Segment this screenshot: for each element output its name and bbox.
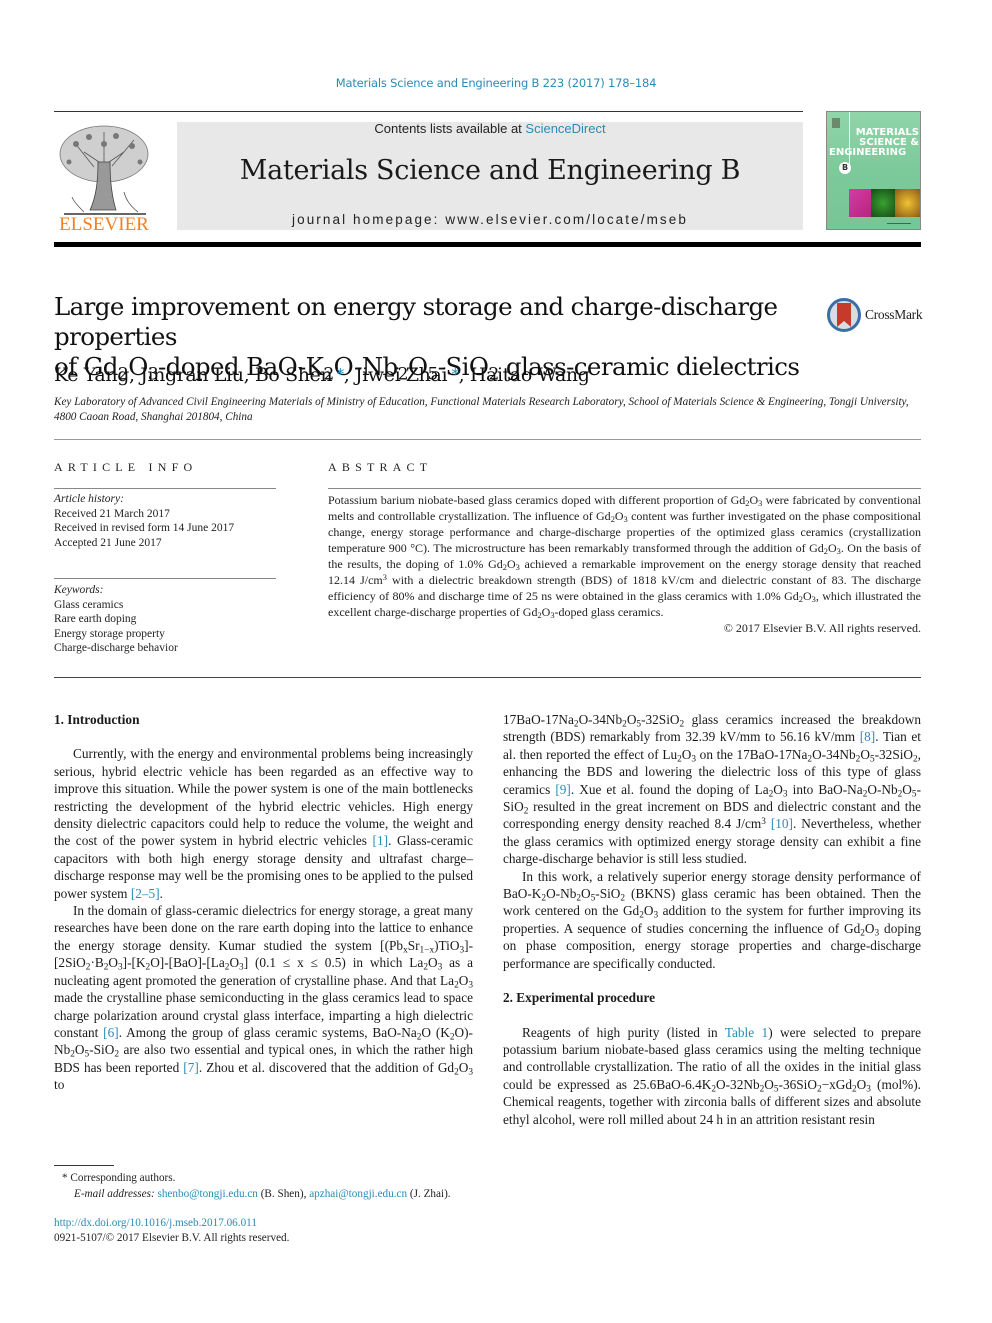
history-item: Received 21 March 2017 [54,507,170,520]
cover-image-gold [895,189,920,217]
author-name[interactable]: Haitao Wang [470,364,590,386]
sciencedirect-link[interactable]: ScienceDirect [525,121,605,136]
history-item: Received in revised form 14 June 2017 [54,522,235,534]
abstract-copyright: © 2017 Elsevier B.V. All rights reserved… [723,621,921,635]
article-info-divider [54,488,276,489]
homepage-url-link[interactable]: www.elsevier.com/locate/mseb [445,212,688,227]
homepage-prefix: journal homepage: [291,212,446,227]
header-thick-divider [54,242,921,247]
journal-reference-link[interactable]: Materials Science and Engineering B 223 … [0,76,992,90]
article-info-heading: ARTICLE INFO [54,460,198,474]
email-footnote: E-mail addresses: shenbo@tongji.edu.cn (… [54,1186,484,1202]
cover-title: MATERIALS SCIENCE & ENGINEERING [827,128,919,158]
crossmark-icon [827,298,861,332]
elsevier-logo[interactable]: ELSEVIER [54,122,154,235]
cover-image-magenta [849,189,871,217]
abstract-body: Potassium barium niobate-based glass cer… [328,492,921,636]
elsevier-wordmark: ELSEVIER [59,214,149,234]
email-link-zhai[interactable]: apzhai@tongji.edu.cn [309,1188,407,1200]
citation-link[interactable]: [10] [771,816,793,831]
corresponding-text: Corresponding authors. [70,1172,176,1184]
crossmark-button[interactable]: CrossMark [827,298,927,334]
history-item: Accepted 21 June 2017 [54,536,162,549]
body-paragraph: In this work, a relatively superior ener… [503,868,922,971]
author-name[interactable]: Jiwei Zhai [355,364,448,386]
publisher-mini-logo-icon [832,118,840,128]
abstract-divider [328,488,921,489]
footnote-mark: * [62,1172,68,1184]
keywords-divider [54,578,276,579]
email-label: E-mail addresses: [74,1188,155,1200]
crossmark-label: CrossMark [865,307,923,322]
body-paragraph: Reagents of high purity (listed in Table… [503,1024,921,1127]
journal-homepage: journal homepage: www.elsevier.com/locat… [177,212,803,227]
journal-name: Materials Science and Engineering B [239,155,741,186]
keyword-item: Glass ceramics [54,598,124,611]
body-left-column: 1. Introduction Currently, with the ener… [54,711,473,1094]
author-separator: , [458,364,470,386]
author-separator: , [343,364,355,386]
contents-prefix: Contents lists available at [374,121,526,136]
contents-availability: Contents lists available at ScienceDirec… [177,121,803,136]
author-list: Ke Yang, Jingran Liu, Bo Shen *, Jiwei Z… [54,364,590,386]
affiliation: Key Laboratory of Advanced Civil Enginee… [54,396,909,423]
email-owner: (B. Shen), [260,1188,307,1200]
doi-block: http://dx.doi.org/10.1016/j.mseb.2017.06… [54,1216,289,1246]
author-separator: , [128,364,141,386]
citation-link[interactable]: [8] [860,729,876,744]
footnote-divider [54,1165,114,1166]
journal-cover-thumbnail[interactable]: MATERIALS SCIENCE & ENGINEERING B [826,111,921,230]
citation-link[interactable]: [6] [103,1025,119,1040]
citation-link[interactable]: [9] [555,782,571,797]
section-heading-experimental: 2. Experimental procedure [503,990,656,1006]
author-name[interactable]: Ke Yang [54,364,129,386]
author-separator: , [243,364,255,386]
history-label: Article history: [54,493,124,505]
doi-link[interactable]: http://dx.doi.org/10.1016/j.mseb.2017.06… [54,1216,289,1231]
abstract-heading: ABSTRACT [328,460,433,474]
article-title-line1: Large improvement on energy storage and … [54,292,778,351]
body-paragraph: Currently, with the energy and environme… [54,746,473,901]
table-link[interactable]: Table 1 [725,1025,768,1040]
body-right-column: 17BaO-17Na2O-34Nb2O5-32SiO2 glass cerami… [503,711,921,1128]
body-paragraph: In the domain of glass-ceramic dielectri… [54,903,473,1093]
keywords-label: Keywords: [54,584,104,596]
affiliation-divider [54,439,921,440]
keywords-list: Keywords: Glass ceramics Rare earth dopi… [54,583,178,656]
citation-link[interactable]: [1] [373,833,389,848]
article-history: Article history: Received 21 March 2017 … [54,492,234,550]
author-name[interactable]: Jingran Liu [140,364,244,386]
elsevier-tree-icon: ELSEVIER [59,125,149,235]
corresponding-author-mark[interactable]: * [332,365,345,383]
keyword-item: Charge-discharge behavior [54,642,178,654]
cover-b-badge: B [839,162,851,174]
cover-footer-line [887,223,911,224]
issn-copyright: 0921-5107/© 2017 Elsevier B.V. All right… [54,1232,290,1244]
body-paragraph-continued: 17BaO-17Na2O-34Nb2O5-32SiO2 glass cerami… [503,712,922,867]
corresponding-author-mark[interactable]: * [447,365,460,383]
citation-link[interactable]: [2–5] [131,886,160,901]
email-link-shen[interactable]: shenbo@tongji.edu.cn [157,1188,257,1200]
section-heading-introduction: 1. Introduction [54,712,140,727]
header-divider [54,111,803,112]
abstract-text: Potassium barium niobate-based glass cer… [328,493,922,621]
author-name[interactable]: Bo Shen [255,364,333,386]
corresponding-footnote: * Corresponding authors. [54,1170,484,1186]
cover-title-line3: ENGINEERING [829,147,907,158]
email-owner: (J. Zhai). [409,1188,451,1200]
citation-link[interactable]: [7] [183,1060,199,1075]
body-divider [54,677,921,678]
footnotes: * Corresponding authors. E-mail addresse… [54,1170,484,1202]
keyword-item: Rare earth doping [54,613,137,625]
cover-image-green [871,189,895,217]
keyword-item: Energy storage property [54,627,165,640]
